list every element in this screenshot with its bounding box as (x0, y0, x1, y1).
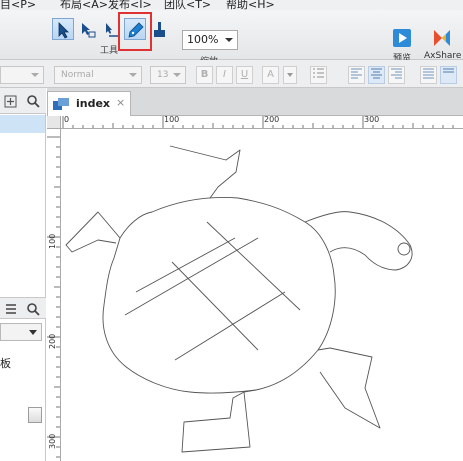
select-cursor-icon (58, 22, 69, 39)
h-ruler-label-100: 100 (164, 116, 180, 124)
sitemap-page-icon (53, 98, 69, 110)
font-size-value: 13 (157, 70, 169, 80)
underline-button[interactable]: U (236, 66, 253, 84)
turtle-back-right-leg (317, 347, 381, 429)
list-icon (313, 68, 324, 78)
bold-button[interactable]: B (196, 66, 213, 84)
zoom-value: 100% (187, 33, 219, 46)
turtle-eye (397, 242, 411, 256)
align-top-icon (443, 68, 454, 73)
tab-index[interactable]: index × (47, 91, 131, 116)
format-bar: Normal 13 B I U A (0, 60, 463, 88)
tools-label: 工具 (100, 46, 119, 56)
chevron-down-icon (173, 73, 181, 77)
italic-button[interactable]: I (216, 66, 233, 84)
widgets-panel: 板 (0, 293, 46, 461)
library-label: 板 (0, 357, 11, 370)
library-select[interactable] (0, 323, 42, 341)
format-painter-icon (154, 22, 165, 37)
align-left-button[interactable] (348, 66, 365, 84)
font-size-select[interactable]: 13 (150, 66, 186, 84)
widgets-panel-header (0, 297, 46, 319)
menu-lines-icon[interactable] (4, 302, 18, 316)
turtle-front-left-leg (65, 211, 121, 253)
justify-icon (423, 68, 434, 79)
style-value: Normal (61, 70, 94, 80)
h-ruler-label-200: 200 (264, 116, 280, 124)
design-canvas[interactable] (62, 130, 463, 461)
connect-cursor-icon (82, 23, 96, 38)
scrollbar-thumb[interactable] (28, 407, 42, 423)
menu-bar: 目<P> 布局<A> 发布<I> 团队<T> 帮助<H> (0, 0, 463, 11)
horizontal-ruler: 0 100 200 300 (61, 116, 463, 129)
font-family-select[interactable] (0, 66, 44, 84)
align-right-icon (391, 68, 402, 79)
shell-line-2 (171, 261, 259, 351)
shell-line-4 (174, 291, 286, 361)
pen-tool-highlight-box (118, 12, 152, 51)
close-icon[interactable]: × (116, 96, 125, 109)
turtle-head-leg-top (169, 145, 241, 199)
h-ruler-label-0: 0 (64, 116, 70, 124)
vertical-ruler: 100 200 300 (47, 129, 61, 461)
shell-line-5 (135, 237, 236, 293)
tab-label: index (76, 97, 111, 110)
align-center-button[interactable] (368, 66, 385, 84)
align-top-button[interactable] (440, 66, 457, 84)
chevron-down-icon (225, 38, 233, 42)
turtle-back-left-leg (181, 389, 257, 453)
turtle-shell (102, 197, 336, 394)
vertical-ruler-ticks (47, 136, 60, 458)
chevron-down-icon (287, 73, 293, 77)
shell-line-3 (124, 237, 259, 316)
v-ruler-label-200: 200 (48, 333, 57, 349)
main-toolbar: 工具 100% 缩放 预览 AxShare (0, 10, 463, 67)
axshare-logo-icon (434, 30, 450, 46)
chevron-down-icon (129, 73, 137, 77)
selection-tool-button[interactable] (52, 18, 74, 40)
pages-panel-header (0, 88, 46, 114)
align-center-icon (371, 68, 382, 79)
bullet-list-button[interactable] (310, 66, 327, 84)
add-page-icon[interactable] (4, 94, 18, 108)
zoom-select[interactable]: 100% (182, 30, 238, 50)
align-right-button[interactable] (388, 66, 405, 84)
font-color-dropdown[interactable] (283, 66, 297, 84)
page-tab-bar: index × (47, 88, 463, 116)
font-color-button[interactable]: A (262, 66, 279, 84)
play-icon (393, 29, 411, 47)
turtle-tail (304, 211, 413, 271)
search-icon[interactable] (26, 302, 40, 316)
v-ruler-label-300: 300 (48, 433, 57, 449)
selected-page-row[interactable] (0, 115, 45, 133)
horizontal-ruler-ticks (62, 116, 454, 128)
connect-tool-button[interactable] (76, 18, 98, 40)
search-icon[interactable] (26, 94, 40, 108)
chevron-down-icon (31, 73, 39, 77)
shell-line-1 (206, 221, 301, 311)
justify-button[interactable] (420, 66, 437, 84)
pages-panel (0, 88, 46, 293)
ruler-corner (47, 116, 61, 129)
style-select[interactable]: Normal (54, 66, 142, 84)
align-left-icon (351, 68, 362, 79)
turtle-drawing[interactable] (62, 130, 463, 461)
h-ruler-label-300: 300 (364, 116, 380, 124)
v-ruler-label-100: 100 (48, 233, 57, 249)
